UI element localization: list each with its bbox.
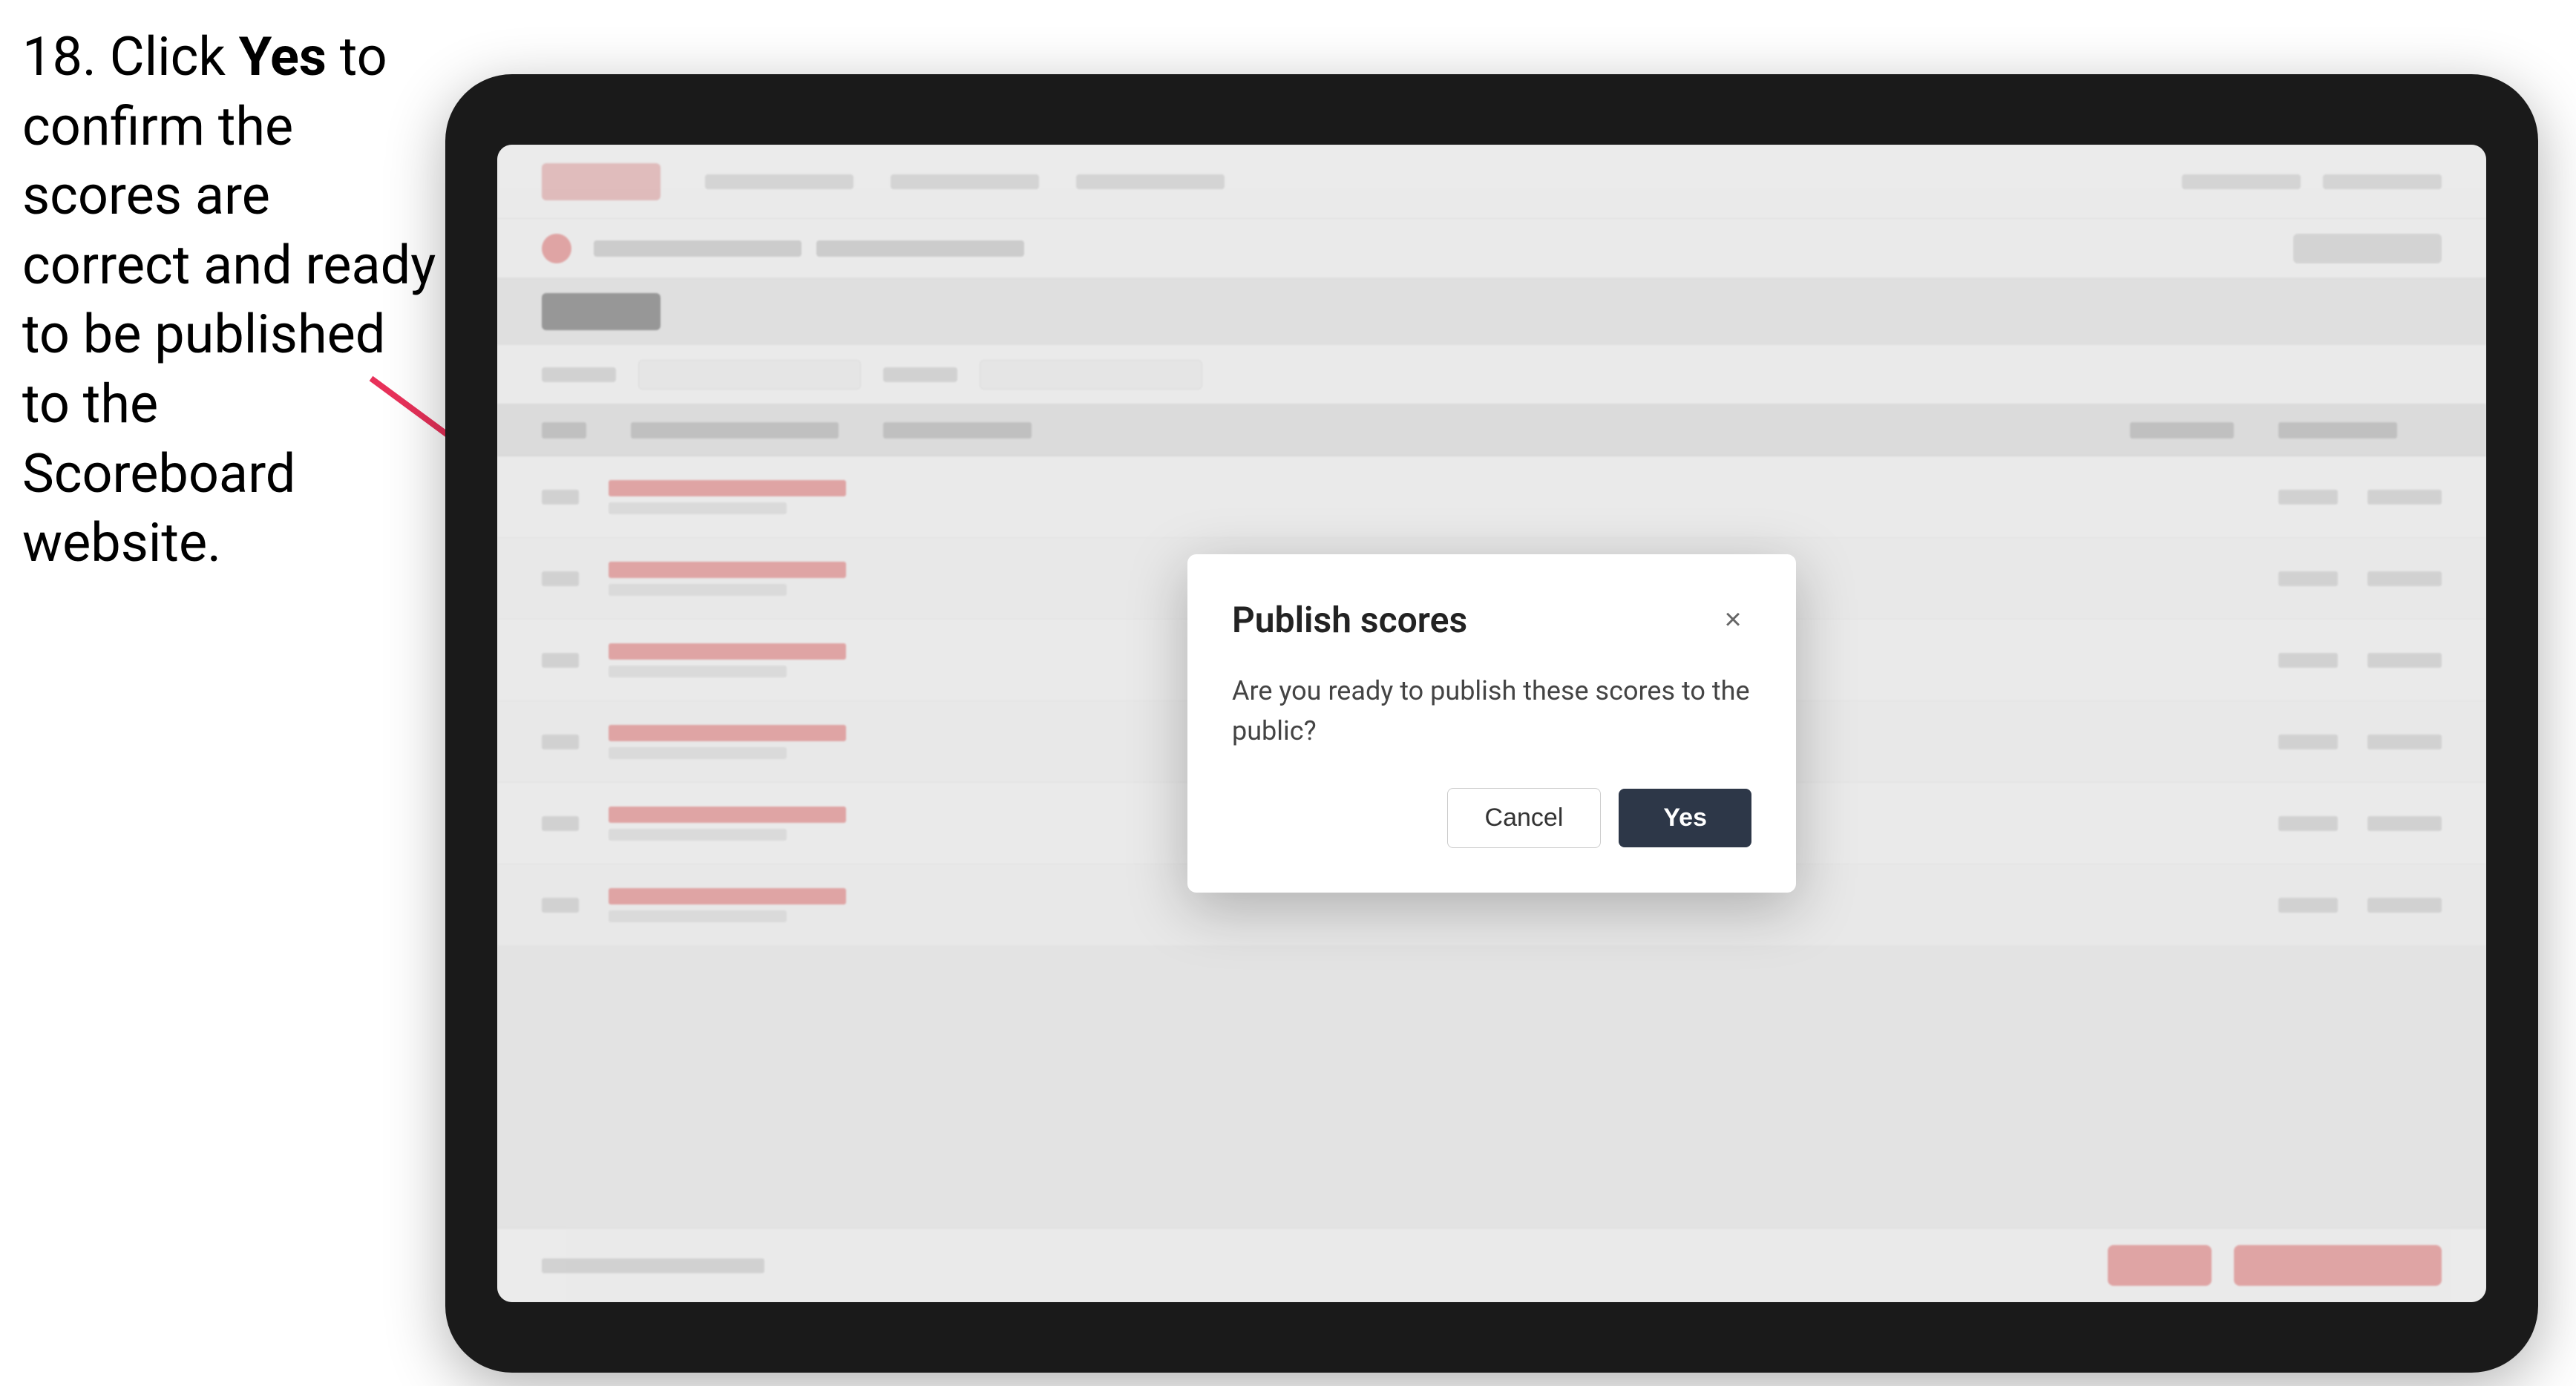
modal-close-button[interactable]: × (1714, 602, 1751, 639)
instruction-text: 18. Click Yes to confirm the scores are … (22, 22, 438, 578)
cancel-button[interactable]: Cancel (1447, 788, 1602, 848)
modal-footer: Cancel Yes (1232, 788, 1751, 848)
modal-overlay: Publish scores × Are you ready to publis… (497, 145, 2486, 1302)
text-after-bold: to confirm the scores are correct and re… (22, 25, 436, 574)
bold-yes: Yes (239, 25, 327, 88)
yes-button[interactable]: Yes (1619, 789, 1751, 847)
modal-body-text: Are you ready to publish these scores to… (1232, 671, 1751, 751)
publish-scores-dialog: Publish scores × Are you ready to publis… (1187, 554, 1796, 893)
step-number: 18. (22, 25, 96, 88)
text-before-bold: Click (96, 25, 239, 88)
tablet-screen: Publish scores × Are you ready to publis… (497, 145, 2486, 1302)
tablet-device: Publish scores × Are you ready to publis… (445, 74, 2538, 1373)
modal-title: Publish scores (1232, 599, 1467, 641)
modal-header: Publish scores × (1232, 599, 1751, 641)
